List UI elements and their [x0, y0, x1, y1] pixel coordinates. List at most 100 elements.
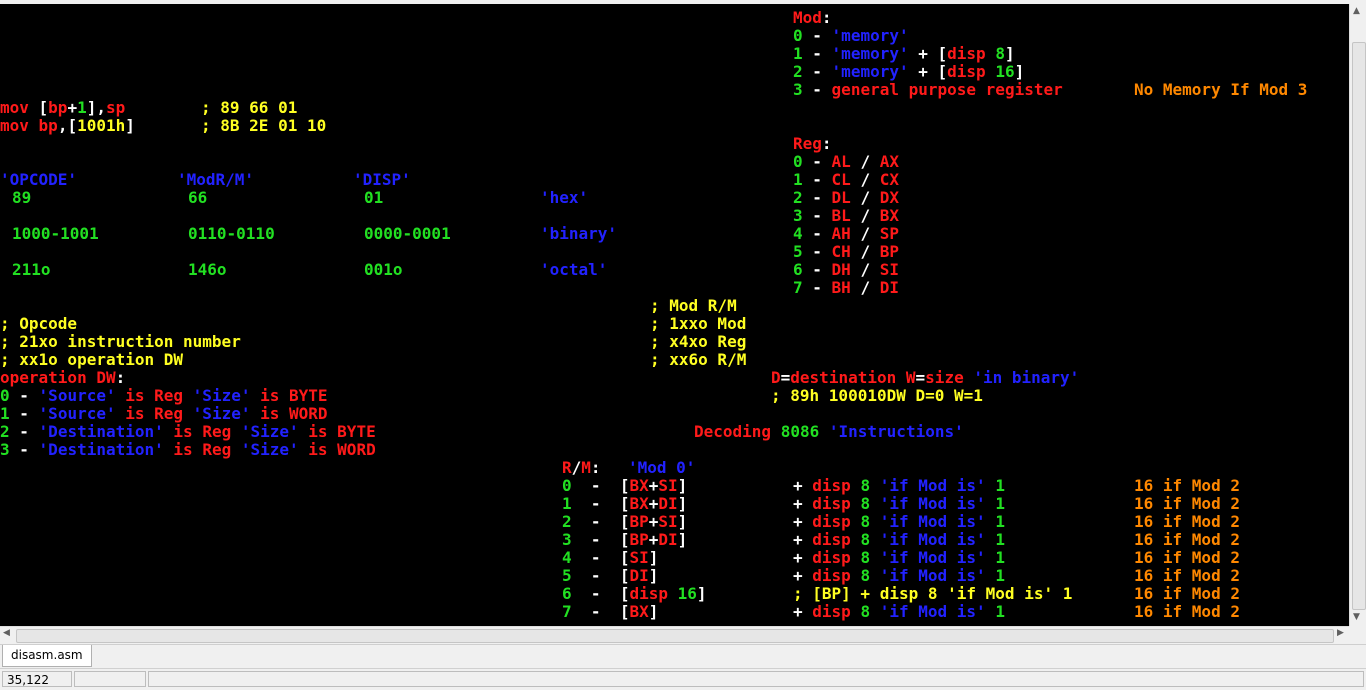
code-line: Decoding 8086 'Instructions'	[694, 423, 964, 441]
code-token: ; Opcode	[0, 314, 78, 333]
code-token: +	[793, 602, 813, 621]
code-token: 1	[562, 494, 572, 513]
code-token: 1	[0, 404, 10, 423]
code-token: 8	[860, 602, 871, 621]
code-token: 0	[793, 26, 803, 45]
code-line: 16 if Mod 2	[1134, 567, 1240, 585]
code-token: 0	[0, 386, 10, 405]
code-token: -	[802, 188, 832, 207]
status-pane-empty	[74, 671, 146, 687]
code-token: 'Size'	[240, 422, 299, 441]
code-line: D=destination W=size 'in binary'	[771, 369, 1079, 387]
code-token: 0	[793, 152, 803, 171]
code-token: is Reg	[115, 404, 193, 423]
code-line: 6 - [disp 16]	[562, 585, 707, 603]
code-token: D	[771, 368, 781, 387]
code-token: /	[850, 242, 880, 261]
code-line: 'DISP'	[353, 171, 411, 189]
code-token: -	[9, 422, 39, 441]
code-line: 4 - AH / SP	[793, 225, 899, 243]
horizontal-scrollbar[interactable]: ◀ ▶	[0, 626, 1349, 644]
code-token: 'Size'	[240, 440, 299, 459]
code-token: BP	[629, 530, 649, 549]
code-token: 1	[995, 530, 1005, 549]
code-token: ; [BP] + disp 8 'if Mod is' 1	[793, 584, 1073, 603]
code-token: [	[619, 548, 630, 567]
code-token: 'ModR/M'	[177, 170, 255, 189]
code-token: 1	[793, 44, 803, 63]
code-token: ]	[677, 512, 688, 531]
code-token: disp	[812, 602, 851, 621]
code-token: DI	[629, 566, 649, 585]
vertical-scrollbar[interactable]: ▲ ▼	[1349, 4, 1366, 626]
code-line: 5 - CH / BP	[793, 243, 899, 261]
code-token: 8	[860, 566, 871, 585]
code-token: 7	[562, 602, 572, 621]
code-token: 'if Mod is'	[879, 548, 986, 567]
code-token: 'Source'	[38, 404, 116, 423]
scroll-right-icon[interactable]: ▶	[1337, 628, 1344, 638]
code-token: -	[571, 602, 620, 621]
code-line: 0 - 'memory'	[793, 27, 909, 45]
code-token: :	[821, 134, 832, 153]
code-token: CX	[879, 170, 899, 189]
code-token: -	[802, 260, 832, 279]
code-token: ; 89h 100010DW D=0 W=1	[771, 386, 983, 405]
code-token: 1	[995, 494, 1005, 513]
scroll-down-icon[interactable]: ▼	[1353, 612, 1360, 622]
code-token: is Reg	[163, 422, 241, 441]
horizontal-scroll-thumb[interactable]	[16, 629, 1334, 643]
code-token: ; 89 66 01	[201, 98, 298, 117]
code-token: +	[908, 44, 938, 63]
code-line: 4 - [SI]	[562, 549, 658, 567]
code-token: ]	[677, 494, 688, 513]
code-token: 'binary'	[540, 224, 618, 243]
code-line: 1 - [BX+DI]	[562, 495, 687, 513]
code-token: 8	[995, 44, 1005, 63]
code-line: ; xx1o operation DW	[0, 351, 183, 369]
code-token: No Memory If Mod 3	[1134, 80, 1308, 99]
vertical-scroll-thumb[interactable]	[1352, 42, 1366, 610]
code-token: Reg	[793, 134, 822, 153]
code-token: 5	[793, 242, 803, 261]
code-line: 16 if Mod 2	[1134, 549, 1240, 567]
code-token: BP	[879, 242, 899, 261]
code-token: W	[905, 368, 916, 387]
code-token: -	[802, 44, 832, 63]
code-token: 5	[562, 566, 572, 585]
code-token: 2	[793, 62, 803, 81]
scroll-left-icon[interactable]: ◀	[3, 628, 10, 638]
code-line: 1000-1001	[12, 225, 99, 243]
code-token: 6	[793, 260, 803, 279]
code-token: general purpose register	[831, 80, 1063, 99]
code-token: 1	[995, 512, 1005, 531]
code-token: 16 if Mod 2	[1134, 476, 1240, 495]
code-token: 'if Mod is'	[879, 512, 986, 531]
code-token: 'if Mod is'	[879, 494, 986, 513]
code-line: 0110-0110	[188, 225, 275, 243]
code-token: Decoding	[694, 422, 772, 441]
code-token: 'if Mod is'	[879, 530, 986, 549]
code-token: 0110-0110	[188, 224, 275, 243]
code-token: /	[850, 152, 880, 171]
code-token: =	[780, 368, 791, 387]
code-token: operation DW	[0, 368, 116, 387]
code-token: +	[648, 530, 659, 549]
code-line: 0 - AL / AX	[793, 153, 899, 171]
scroll-up-icon[interactable]: ▲	[1353, 6, 1360, 16]
code-line: 0 - 'Source' is Reg 'Size' is BYTE	[0, 387, 328, 405]
code-token: [	[619, 512, 630, 531]
code-token: 'memory'	[831, 26, 909, 45]
code-token: 7	[793, 278, 803, 297]
code-editor[interactable]: Mod: 0 - 'memory' 1 - 'memory' + [disp 8] 2…	[0, 4, 1349, 626]
code-token: 1	[995, 602, 1005, 621]
code-token: 01	[364, 188, 384, 207]
tab-disasm-asm[interactable]: disasm.asm	[2, 645, 92, 667]
